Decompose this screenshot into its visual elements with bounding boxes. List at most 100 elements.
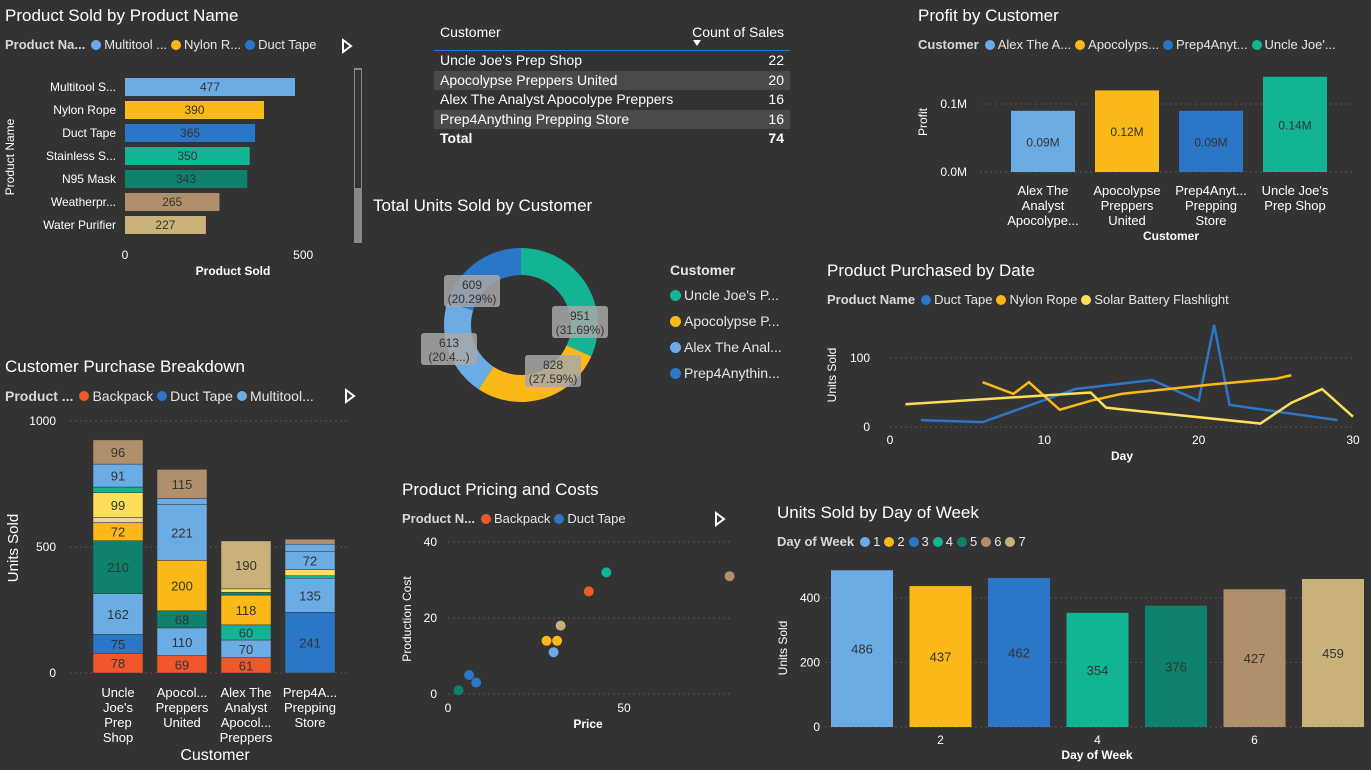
category-label: Analyst	[225, 700, 268, 715]
data-label: 72	[303, 553, 317, 568]
x-tick-label: 50	[617, 701, 631, 715]
pricing-panel[interactable]: Product Pricing and Costs Product N... B…	[395, 472, 735, 770]
dow-panel[interactable]: Units Sold by Day of Week Day of Week 1 …	[770, 495, 1371, 770]
data-label: 365	[180, 126, 200, 140]
data-label: 91	[111, 469, 125, 484]
x-tick-label: 20	[1192, 433, 1206, 447]
data-label: 477	[200, 80, 220, 94]
legend-dot	[245, 39, 256, 50]
legend-item[interactable]: Multitool ...	[91, 37, 167, 52]
y-tick-label: 400	[800, 591, 820, 605]
y-tick-label: 20	[424, 611, 438, 625]
donut-slice	[521, 248, 598, 357]
category-label: Apocolypse	[1093, 183, 1160, 198]
data-label: 96	[111, 445, 125, 460]
table-row[interactable]: Prep4Anything Prepping Store 16	[434, 109, 790, 129]
product-sold-scrollbar[interactable]	[354, 68, 362, 243]
legend-item[interactable]: Prep4Anythin...	[670, 360, 782, 386]
table-row[interactable]: Alex The Analyst Apocolype Preppers 16	[434, 90, 790, 110]
total-label: Total	[440, 130, 473, 146]
scatter-point	[541, 635, 552, 646]
table-body: Uncle Joe's Prep Shop 22 Apocolypse Preppe…	[434, 51, 790, 129]
bar	[125, 216, 206, 234]
bar-segment	[92, 486, 144, 493]
data-label: 0.09M	[1194, 135, 1227, 149]
col-header-count[interactable]: Count of Sales	[692, 22, 784, 50]
legend-item[interactable]: Apocolypse P...	[670, 308, 782, 334]
x-axis-title: Customer	[180, 747, 250, 764]
category-label: Apocolype...	[1007, 213, 1079, 228]
category-label: Weatherpr...	[51, 195, 116, 209]
data-label: (20.29%)	[448, 292, 497, 306]
bar	[125, 170, 248, 188]
data-label: 350	[177, 149, 197, 163]
data-label: 486	[851, 642, 873, 657]
scatter-point	[724, 571, 735, 582]
bar-segment	[156, 498, 208, 505]
by-date-panel[interactable]: Product Purchased by Date Product Name D…	[820, 255, 1371, 470]
category-label: Preppers	[220, 730, 273, 745]
bar	[125, 124, 256, 142]
category-label: Water Purifier	[43, 218, 116, 232]
units-by-customer-panel[interactable]: Total Units Sold by Customer 951 (31.69%)…	[365, 190, 805, 430]
x-tick-label: 0	[887, 433, 894, 447]
category-label: Store	[294, 715, 325, 730]
table-row[interactable]: Uncle Joe's Prep Shop 22	[434, 51, 790, 71]
scrollbar-thumb[interactable]	[355, 70, 361, 188]
category-label: Nylon Rope	[53, 103, 116, 117]
y-axis-title: Production Cost	[400, 576, 414, 662]
category-label: Prep Shop	[1264, 198, 1325, 213]
y-axis-title: Product Name	[3, 118, 17, 195]
sort-desc-icon[interactable]	[693, 40, 702, 46]
data-label: 110	[172, 635, 193, 650]
category-label: Preppers	[156, 700, 209, 715]
data-label: 0.12M	[1110, 125, 1143, 139]
cell-customer: Uncle Joe's Prep Shop	[440, 52, 582, 68]
category-label: Prep	[104, 715, 131, 730]
data-label: 135	[299, 588, 321, 603]
scatter-point	[601, 567, 612, 578]
profit-panel[interactable]: Profit by Customer Customer Alex The A..…	[910, 0, 1371, 250]
legend-item[interactable]: Duct Tape	[245, 37, 316, 52]
x-tick-label: 500	[293, 248, 313, 262]
cell-customer: Alex The Analyst Apocolype Preppers	[440, 91, 674, 107]
data-label: (27.59%)	[529, 372, 578, 386]
table-row[interactable]: Apocolypse Preppers United 20	[434, 70, 790, 90]
y-tick-label: 0.0M	[940, 165, 967, 179]
table-header: Customer Count of Sales	[434, 22, 790, 51]
data-label: 951	[570, 309, 590, 323]
data-label: 459	[1322, 646, 1344, 661]
data-label: 437	[930, 650, 952, 665]
x-axis-title: Product Sold	[196, 264, 271, 278]
x-tick-label: 10	[1038, 433, 1052, 447]
legend-title: Product Na...	[5, 37, 86, 52]
data-label: 609	[462, 278, 482, 292]
data-label: 75	[111, 637, 125, 652]
table-total-row: Total 74	[434, 129, 790, 148]
legend-label: Nylon R...	[184, 37, 242, 52]
legend-item[interactable]: Nylon R...	[171, 37, 241, 52]
data-label: 828	[543, 358, 563, 372]
category-label: Prepping	[1185, 198, 1237, 213]
scatter-point	[548, 647, 559, 658]
category-label: United	[163, 715, 201, 730]
data-label: 60	[239, 625, 253, 640]
category-label: Store	[1195, 213, 1226, 228]
x-tick-label: 6	[1251, 733, 1258, 747]
product-sold-panel[interactable]: Product Sold by Product Name Product Na.…	[0, 0, 365, 290]
category-label: Alex The	[220, 685, 271, 700]
y-axis-title: Units Sold	[825, 348, 839, 403]
legend-item[interactable]: Alex The Anal...	[670, 334, 782, 360]
x-axis-title: Customer	[1143, 229, 1199, 243]
legend-next-arrow-icon[interactable]	[340, 38, 354, 54]
bar	[125, 147, 250, 165]
breakdown-chart: 0 500 1000 Units Sold 78 75 162 210 72 99 91 96 Uncl…	[5, 414, 350, 764]
y-tick-label: 500	[36, 540, 56, 554]
breakdown-panel[interactable]: Customer Purchase Breakdown Product ... …	[0, 350, 365, 770]
y-tick-label: 0	[430, 687, 437, 701]
legend-item[interactable]: Uncle Joe's P...	[670, 282, 782, 308]
legend-dot	[670, 315, 681, 327]
data-label: 78	[111, 656, 125, 671]
col-header-customer[interactable]: Customer	[440, 22, 501, 50]
y-tick-label: 0	[49, 666, 56, 680]
